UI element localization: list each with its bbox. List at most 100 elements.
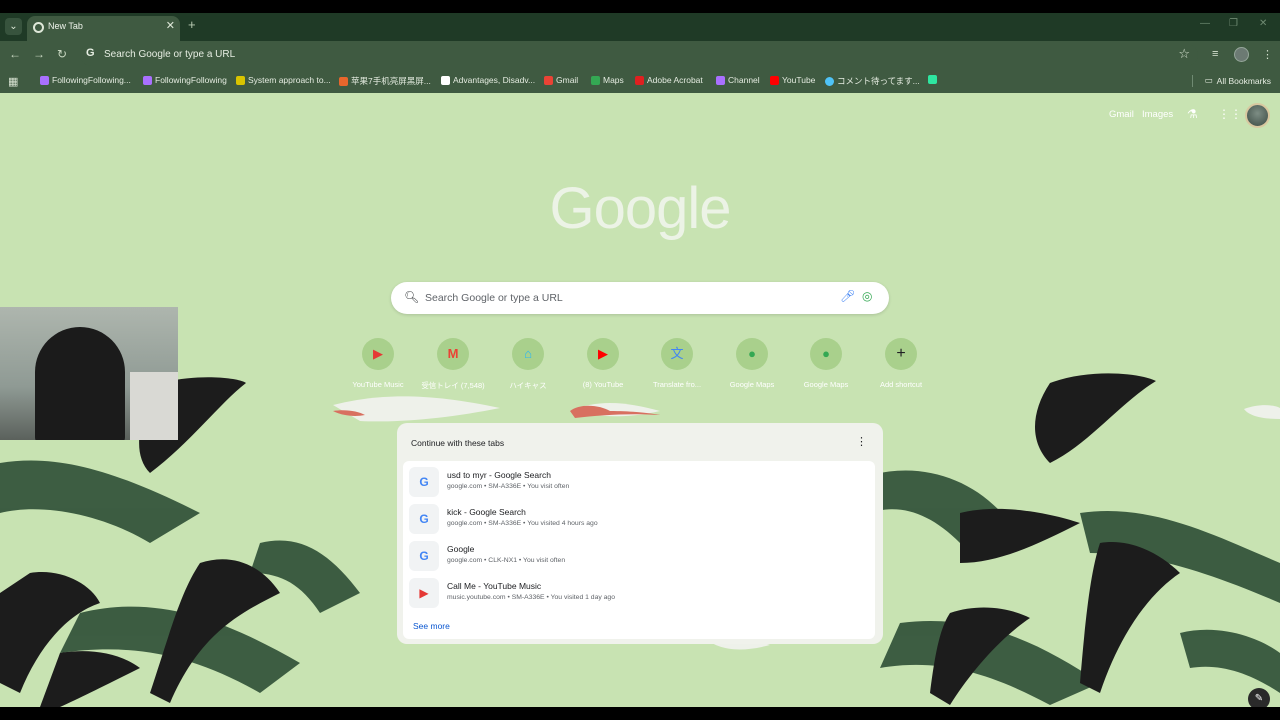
row-title: usd to myr - Google Search [447,470,551,480]
youtube-icon: ▶ [598,346,608,361]
customize-pencil-icon[interactable]: ✎ [1248,688,1270,707]
youtube-music-icon: ▶ [373,346,383,361]
shortcut-label: Google Maps [803,380,849,389]
shortcut-tile[interactable]: ● Google Maps [794,338,858,389]
media-controls-icon[interactable]: ≡ [1212,48,1218,60]
row-title: kick - Google Search [447,507,526,517]
list-item[interactable]: G usd to myr - Google Search google.com … [409,465,869,499]
bookmark-item[interactable]: コメント待ってます... [825,75,920,87]
add-shortcut-tile[interactable]: + Add shortcut [869,338,933,389]
tab-new-tab[interactable]: New Tab ✕ [27,16,180,41]
maximize-button[interactable]: ❐ [1229,18,1238,29]
new-tab-button[interactable]: + [188,17,196,32]
chrome-icon [33,22,44,33]
home-icon: ⌂ [524,346,532,361]
youtube-icon [770,75,779,85]
bookmark-item[interactable]: Gmail [544,75,578,85]
more-options-icon[interactable]: ⋮ [856,435,867,448]
shortcut-tile[interactable]: M 受信トレイ (7,548) [421,338,485,391]
gmail-icon: M [447,346,459,361]
google-logo: Google [549,176,731,241]
bookmark-item[interactable]: YouTube [770,75,815,85]
maps-pin-icon: ● [822,346,830,361]
shortcut-label: (8) YouTube [582,380,624,389]
shortcut-icon-circle: + [885,338,917,370]
labs-flask-icon[interactable]: ⚗ [1187,107,1198,121]
shortcut-label: Translate fro... [652,380,702,389]
bookmark-item[interactable]: System approach to... [236,75,331,85]
shortcut-label: Google Maps [729,380,775,389]
close-window-button[interactable]: ✕ [1259,18,1267,29]
images-link[interactable]: Images [1142,109,1173,120]
shortcut-tile[interactable]: 文 Translate fro... [645,338,709,389]
list-item[interactable]: ▶ Call Me - YouTube Music music.youtube.… [409,576,869,610]
shortcut-icon-circle: ▶ [362,338,394,370]
bookmark-item[interactable]: 苹果7手机亮屏黑屏... [339,75,431,87]
google-g-icon: G [409,504,439,534]
shortcut-icon-circle: ▶ [587,338,619,370]
microphone-icon[interactable]: 🎤︎ [840,289,855,303]
search-box[interactable]: 🔍︎ 🎤︎ ◎ [391,282,889,314]
shortcut-label: Add shortcut [879,380,923,389]
bookmark-item[interactable]: Channel [716,75,760,85]
bookmark-favicon-icon [339,76,348,86]
bookmark-item[interactable]: FollowingFollowing... [40,75,131,85]
shortcut-tile[interactable]: ⌂ ハイキャス [496,338,560,391]
list-item[interactable]: G Google google.com • CLK-NX1 • You visi… [409,539,869,573]
youtube-music-icon: ▶ [409,578,439,608]
list-item[interactable]: G kick - Google Search google.com • SM-A… [409,502,869,536]
shortcut-icon-circle: M [437,338,469,370]
row-title: Call Me - YouTube Music [447,581,542,591]
shortcut-icon-circle: ● [810,338,842,370]
all-bookmarks-button[interactable]: ▭ All Bookmarks [1205,75,1271,86]
bookmark-item[interactable]: Adobe Acrobat [635,75,703,85]
tab-strip: ⌄ New Tab ✕ + — ❐ ✕ [0,13,1280,41]
back-button[interactable]: ← [9,47,21,61]
twitch-icon [716,75,725,85]
gmail-link[interactable]: Gmail [1109,109,1134,120]
bookmark-favicon-icon [441,75,450,85]
plus-icon: + [896,345,906,362]
bookmark-star-icon[interactable]: ☆ [1178,46,1190,62]
account-avatar[interactable] [1245,103,1270,128]
apps-grid-icon[interactable]: ▦ [8,75,18,88]
bookmark-item[interactable] [928,75,937,84]
shortcut-icon-circle: ⌂ [512,338,544,370]
bookmark-item[interactable]: Advantages, Disadv... [441,75,535,85]
google-g-icon: G [409,541,439,571]
translate-icon: 文 [670,346,684,361]
bookmark-favicon-icon [928,75,937,84]
row-title: Google [447,544,475,554]
reload-button[interactable]: ↻ [57,47,67,61]
tab-search-button[interactable]: ⌄ [5,18,22,35]
webcam-overlay [0,307,178,440]
card-title: Continue with these tabs [411,438,505,448]
shortcut-tile[interactable]: ▶ (8) YouTube [571,338,635,389]
minimize-button[interactable]: — [1200,18,1210,29]
omnibox[interactable]: G Search Google or type a URL ☆ [80,44,1198,66]
see-more-link[interactable]: See more [413,621,450,631]
forward-button[interactable]: → [33,47,45,61]
google-lens-icon[interactable]: ◎ [862,289,872,303]
maps-icon [591,75,600,85]
acrobat-icon [635,75,644,85]
profile-icon[interactable] [1234,47,1249,62]
tab-list: G usd to myr - Google Search google.com … [403,461,875,639]
omnibox-text: Search Google or type a URL [104,49,236,60]
bookmark-favicon-icon [825,76,834,86]
shortcut-label: ハイキャス [509,381,547,390]
new-tab-page: Gmail Images ⚗ ⋮⋮⋮ Google 🔍︎ 🎤︎ ◎ ▶ YouT… [0,93,1280,707]
bookmark-item[interactable]: FollowingFollowing [143,75,227,85]
menu-icon[interactable]: ⋮ [1262,48,1273,61]
toolbar: ← → ↻ G Search Google or type a URL ☆ ≡ … [0,41,1280,70]
shortcut-icon-circle: 文 [661,338,693,370]
search-input[interactable] [425,288,805,308]
tab-close-icon[interactable]: ✕ [166,19,175,32]
maps-pin-icon: ● [748,346,756,361]
bookmark-item[interactable]: Maps [591,75,624,85]
webcam-person [35,327,125,440]
shortcut-tile[interactable]: ● Google Maps [720,338,784,389]
shortcut-tile[interactable]: ▶ YouTube Music [346,338,410,389]
bookmarks-divider [1192,75,1193,87]
shortcut-icon-circle: ● [736,338,768,370]
